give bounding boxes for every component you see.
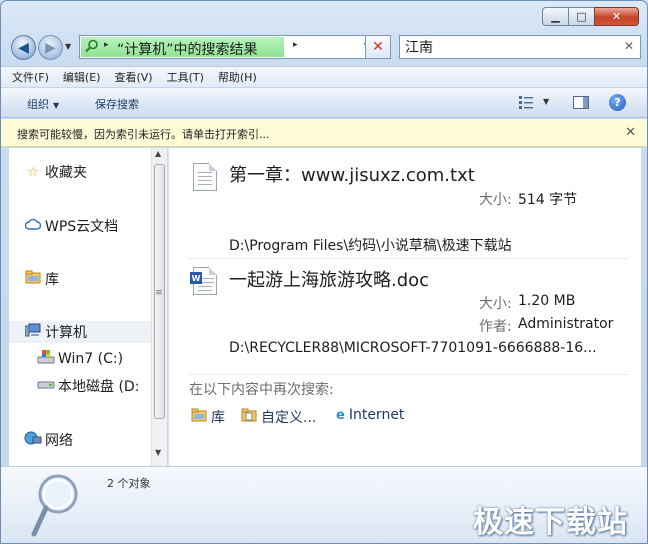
search-again-option-label: Internet — [348, 407, 405, 423]
library-icon — [191, 408, 207, 426]
navigation-pane-scrollbar[interactable]: ▲ ≡ ▼ — [151, 148, 167, 466]
watermark-text: 极速下载站 — [473, 505, 628, 540]
menu-file[interactable]: 文件(F) — [12, 69, 49, 85]
result-size-label: 大小: — [479, 296, 512, 312]
sidebar-item-network[interactable]: 网络 — [24, 429, 73, 451]
text-file-icon — [193, 163, 217, 191]
sidebar-item-favorites[interactable]: ☆ 收藏夹 — [24, 161, 87, 183]
result-size-label: 大小: — [479, 192, 512, 208]
sidebar-item-label: 本地磁盘 (D: — [58, 379, 140, 395]
recent-pages-dropdown-icon[interactable]: ▼ — [65, 42, 71, 51]
magnifier-icon — [31, 474, 78, 537]
view-options-icon[interactable] — [519, 95, 533, 109]
caption-buttons: ▁ □ ✕ — [542, 7, 639, 26]
organize-label: 组织 — [27, 98, 49, 111]
search-again-label: 在以下内容中再次搜索: — [189, 382, 334, 398]
back-button[interactable]: ◀ — [11, 35, 36, 60]
stop-search-button[interactable]: ✕ — [365, 35, 391, 59]
help-icon[interactable]: ? — [609, 94, 626, 111]
sidebar-item-label: 计算机 — [45, 325, 87, 341]
scroll-down-icon[interactable]: ▼ — [155, 448, 161, 457]
internet-explorer-icon: e — [336, 407, 345, 423]
result-author-label: 作者: — [479, 319, 512, 335]
search-again-option-label: 库 — [211, 410, 225, 426]
search-again-option-label: 自定义... — [261, 410, 317, 426]
close-button[interactable]: ✕ — [594, 7, 639, 26]
menu-bar: 文件(F) 编辑(E) 查看(V) 工具(T) 帮助(H) — [1, 66, 647, 88]
result-file-name[interactable]: 第一章：www.jisuxz.com.txt — [229, 161, 475, 187]
word-document-icon: W — [190, 267, 217, 295]
sidebar-item-drive-d[interactable]: 本地磁盘 (D: — [37, 375, 139, 397]
result-path: D:\RECYCLER88\MICROSOFT-7701091-6666888-… — [229, 340, 597, 356]
sidebar-item-label: 网络 — [45, 433, 73, 449]
breadcrumb-search-results[interactable]: “计算机”中的搜索结果 — [117, 39, 258, 59]
search-again-internet[interactable]: e Internet — [336, 407, 404, 423]
drive-d-icon — [37, 379, 55, 394]
clear-search-icon[interactable]: ✕ — [624, 39, 634, 53]
preview-pane-icon[interactable] — [573, 96, 589, 109]
menu-help[interactable]: 帮助(H) — [218, 69, 257, 85]
sidebar-item-label: Win7 (C:) — [58, 351, 124, 367]
search-box[interactable]: ✕ — [399, 35, 641, 59]
cloud-icon — [24, 218, 42, 234]
search-input[interactable] — [400, 36, 610, 58]
minimize-button[interactable]: ▁ — [542, 7, 569, 26]
star-icon: ☆ — [27, 164, 39, 180]
command-bar: 组织 ▼ 保存搜索 ▼ ? — [1, 88, 647, 118]
sidebar-item-libraries[interactable]: 库 — [24, 268, 59, 290]
result-size-value: 1.20 MB — [518, 293, 576, 309]
address-bar[interactable]: ▸ “计算机”中的搜索结果 ▸ ▼ — [79, 35, 391, 59]
save-search-button[interactable]: 保存搜索 — [95, 96, 139, 112]
sidebar-item-wps-cloud[interactable]: WPS云文档 — [24, 215, 118, 237]
view-dropdown-icon[interactable]: ▼ — [543, 97, 549, 106]
result-path: D:\Program Files\约码\小说草稿\极速下载站 — [229, 238, 512, 254]
menu-tools[interactable]: 工具(T) — [167, 69, 204, 85]
info-bar-message: 搜索可能较慢，因为索引未运行。请单击打开索引... — [17, 128, 270, 141]
item-count: 2 个对象 — [107, 477, 151, 490]
result-author-value: Administrator — [518, 316, 614, 332]
breadcrumb-arrow-icon[interactable]: ▸ — [104, 40, 109, 50]
menu-view[interactable]: 查看(V) — [114, 69, 152, 85]
search-again-custom[interactable]: 自定义... — [241, 407, 316, 427]
scroll-grip-icon: ≡ — [155, 288, 163, 298]
result-separator — [189, 374, 629, 375]
sidebar-item-drive-c[interactable]: Win7 (C:) — [37, 348, 123, 370]
result-separator — [189, 258, 629, 259]
close-icon[interactable]: ✕ — [625, 125, 636, 140]
index-info-bar[interactable]: 搜索可能较慢，因为索引未运行。请单击打开索引... ✕ — [1, 119, 647, 147]
custom-folder-icon — [241, 408, 257, 426]
navigation-row: ◀ ▶ ▼ ▸ “计算机”中的搜索结果 ▸ ▼ ✕ ✕ — [9, 33, 641, 61]
drive-c-icon — [37, 350, 55, 368]
search-results-pane: 第一章：www.jisuxz.com.txt 大小: 514 字节 D:\Pro… — [168, 148, 641, 466]
result-size-value: 514 字节 — [518, 192, 578, 208]
sidebar-item-computer[interactable]: 计算机 — [9, 321, 151, 343]
menu-edit[interactable]: 编辑(E) — [63, 69, 101, 85]
sidebar-item-label: 收藏夹 — [45, 165, 87, 181]
maximize-button[interactable]: □ — [568, 7, 595, 26]
navigation-pane: ☆ 收藏夹 WPS云文档 库 计算机 Win7 (C:) 本地磁盘 (D: 网络 — [9, 148, 151, 466]
search-again-libraries[interactable]: 库 — [191, 407, 225, 427]
sidebar-item-label: 库 — [45, 272, 59, 288]
network-icon — [24, 431, 42, 449]
forward-button[interactable]: ▶ — [38, 35, 63, 60]
computer-icon — [24, 323, 42, 341]
sidebar-item-label: WPS云文档 — [45, 219, 119, 235]
chevron-down-icon: ▼ — [53, 101, 60, 110]
explorer-window: ▁ □ ✕ ◀ ▶ ▼ ▸ “计算机”中的搜索结果 ▸ ▼ ✕ ✕ 文件(F) … — [0, 0, 648, 544]
result-file-name[interactable]: 一起游上海旅游攻略.doc — [229, 266, 429, 292]
search-results-icon — [85, 39, 99, 57]
library-icon — [24, 270, 42, 288]
scroll-up-icon[interactable]: ▲ — [155, 149, 161, 158]
breadcrumb-arrow-icon[interactable]: ▸ — [293, 40, 298, 50]
organize-button[interactable]: 组织 ▼ — [27, 96, 59, 112]
